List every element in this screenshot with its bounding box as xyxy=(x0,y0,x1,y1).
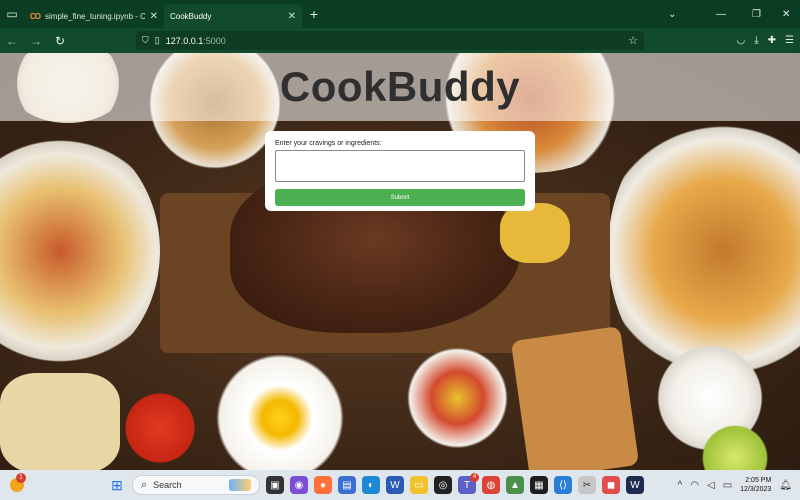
browser-nav-bar: ← → ↻ ⛉ ▯ 127.0.0.1:5000 ☆ ◡ ⤓ ✚ ☰ xyxy=(0,28,800,53)
pocket-icon[interactable]: ◡ xyxy=(736,35,745,46)
new-tab-button[interactable]: + xyxy=(302,0,326,28)
shield-icon[interactable]: ⛉ xyxy=(142,35,149,46)
back-arrow-icon[interactable]: ← xyxy=(0,28,24,53)
tab-cookbuddy[interactable]: CookBuddy ✕ xyxy=(164,4,302,28)
wireless-display-icon[interactable]: W xyxy=(626,476,644,494)
vscode-icon[interactable]: ⟨⟩ xyxy=(554,476,572,494)
battery-icon[interactable]: ▭ xyxy=(723,480,732,491)
clock-time: 2:05 PM xyxy=(745,477,772,484)
word-icon[interactable]: W xyxy=(386,476,404,494)
taskbar-search-label: Search xyxy=(153,480,182,490)
craving-input-label: Enter your cravings or ingredients: xyxy=(275,140,382,147)
media-icon[interactable]: ◼ xyxy=(602,476,620,494)
menu-icon[interactable]: ☰ xyxy=(785,35,794,46)
page-title: CookBuddy xyxy=(279,63,521,110)
page-info-icon[interactable]: ▯ xyxy=(155,35,160,46)
teams-badge: 4 xyxy=(470,473,479,482)
teams-chat-icon[interactable]: ◉ xyxy=(290,476,308,494)
tab-list-icon[interactable]: ▭ xyxy=(0,0,24,28)
notifications-bell-icon[interactable]: 🔔︎ xyxy=(779,480,792,491)
background-tomato xyxy=(120,388,200,468)
page-background: CookBuddy Enter your cravings or ingredi… xyxy=(0,53,800,470)
restore-button[interactable]: ❐ xyxy=(752,0,761,28)
minimize-button[interactable]: — xyxy=(716,0,726,28)
submit-button[interactable]: Submit xyxy=(275,189,525,206)
background-sandwich xyxy=(510,326,640,470)
extensions-icon[interactable]: ✚ xyxy=(768,35,776,46)
browser-toolbar-right: ◡ ⤓ ✚ ☰ xyxy=(736,28,794,53)
background-fried-egg xyxy=(200,343,360,470)
dell-icon[interactable]: ◎ xyxy=(434,476,452,494)
wifi-icon[interactable]: ◠ xyxy=(690,480,699,491)
craving-form: Enter your cravings or ingredients: Subm… xyxy=(265,131,535,211)
search-icon: ⌕ xyxy=(141,478,148,491)
background-corn xyxy=(500,203,570,263)
hero-banner: CookBuddy xyxy=(0,53,800,121)
photos-icon[interactable]: ▲ xyxy=(506,476,524,494)
file-explorer-icon[interactable]: ▭ xyxy=(410,476,428,494)
close-tab-icon[interactable]: ✕ xyxy=(288,11,296,22)
background-pita-bread xyxy=(0,373,120,470)
teams-icon[interactable]: T 4 xyxy=(458,473,479,494)
remote-desktop-icon[interactable]: ▤ xyxy=(338,476,356,494)
close-window-button[interactable]: ✕ xyxy=(782,0,790,28)
clock-date: 12/3/2023 xyxy=(740,486,772,493)
taskbar-apps: ⊞ ⌕ Search ▣ ◉ ● ▤ ◐ W ▭ ◎ T 4 ◍ ▲ ▦ ⟨⟩ … xyxy=(108,470,644,500)
taskbar-search[interactable]: ⌕ Search xyxy=(132,475,260,495)
tab-colab-title: simple_fine_tuning.ipynb - Colab xyxy=(45,11,145,21)
bing-highlight-icon xyxy=(229,479,251,491)
snipping-tool-icon[interactable]: ✂ xyxy=(578,476,596,494)
url-host: 127.0.0.1 xyxy=(165,35,204,46)
browser-tab-strip: ▭ CO simple_fine_tuning.ipynb - Colab ✕ … xyxy=(0,0,800,28)
taskbar-clock[interactable]: 2:05 PM 12/3/2023 xyxy=(740,476,771,494)
chrome-icon[interactable]: ◍ xyxy=(482,476,500,494)
background-nachos-plate xyxy=(0,131,160,371)
close-tab-icon[interactable]: ✕ xyxy=(150,11,158,22)
pycharm-icon[interactable]: ▦ xyxy=(530,476,548,494)
colab-icon: CO xyxy=(30,11,41,21)
reload-icon[interactable]: ↻ xyxy=(48,28,72,53)
firefox-icon[interactable]: ● xyxy=(314,476,332,494)
task-view-icon[interactable]: ▣ xyxy=(266,476,284,494)
url-port: :5000 xyxy=(203,35,226,46)
downloads-icon[interactable]: ⤓ xyxy=(754,35,758,46)
taskbar: 1 ⊞ ⌕ Search ▣ ◉ ● ▤ ◐ W ▭ ◎ T 4 ◍ ▲ ▦ ⟨… xyxy=(0,470,800,500)
weather-badge: 1 xyxy=(16,473,26,483)
weather-widget[interactable]: 1 xyxy=(6,473,28,496)
system-tray: ^ ◠ ◁ ▭ 2:05 PM 12/3/2023 🔔︎ xyxy=(678,470,792,500)
tab-colab[interactable]: CO simple_fine_tuning.ipynb - Colab ✕ xyxy=(24,4,164,28)
windows-start-icon[interactable]: ⊞ xyxy=(108,476,126,494)
tab-cookbuddy-title: CookBuddy xyxy=(170,11,212,21)
volume-icon[interactable]: ◁ xyxy=(707,480,715,491)
edge-icon[interactable]: ◐ xyxy=(362,476,380,494)
forward-arrow-icon[interactable]: → xyxy=(24,28,48,53)
craving-input[interactable] xyxy=(275,150,525,182)
show-hidden-icons-chevron-icon[interactable]: ^ xyxy=(678,480,683,491)
address-bar[interactable]: ⛉ ▯ 127.0.0.1:5000 ☆ xyxy=(136,31,644,50)
background-vegetable-bowl xyxy=(395,338,520,458)
tab-overflow-chevron-icon[interactable]: ⌄ xyxy=(668,0,676,28)
bookmark-star-icon[interactable]: ☆ xyxy=(628,34,638,47)
